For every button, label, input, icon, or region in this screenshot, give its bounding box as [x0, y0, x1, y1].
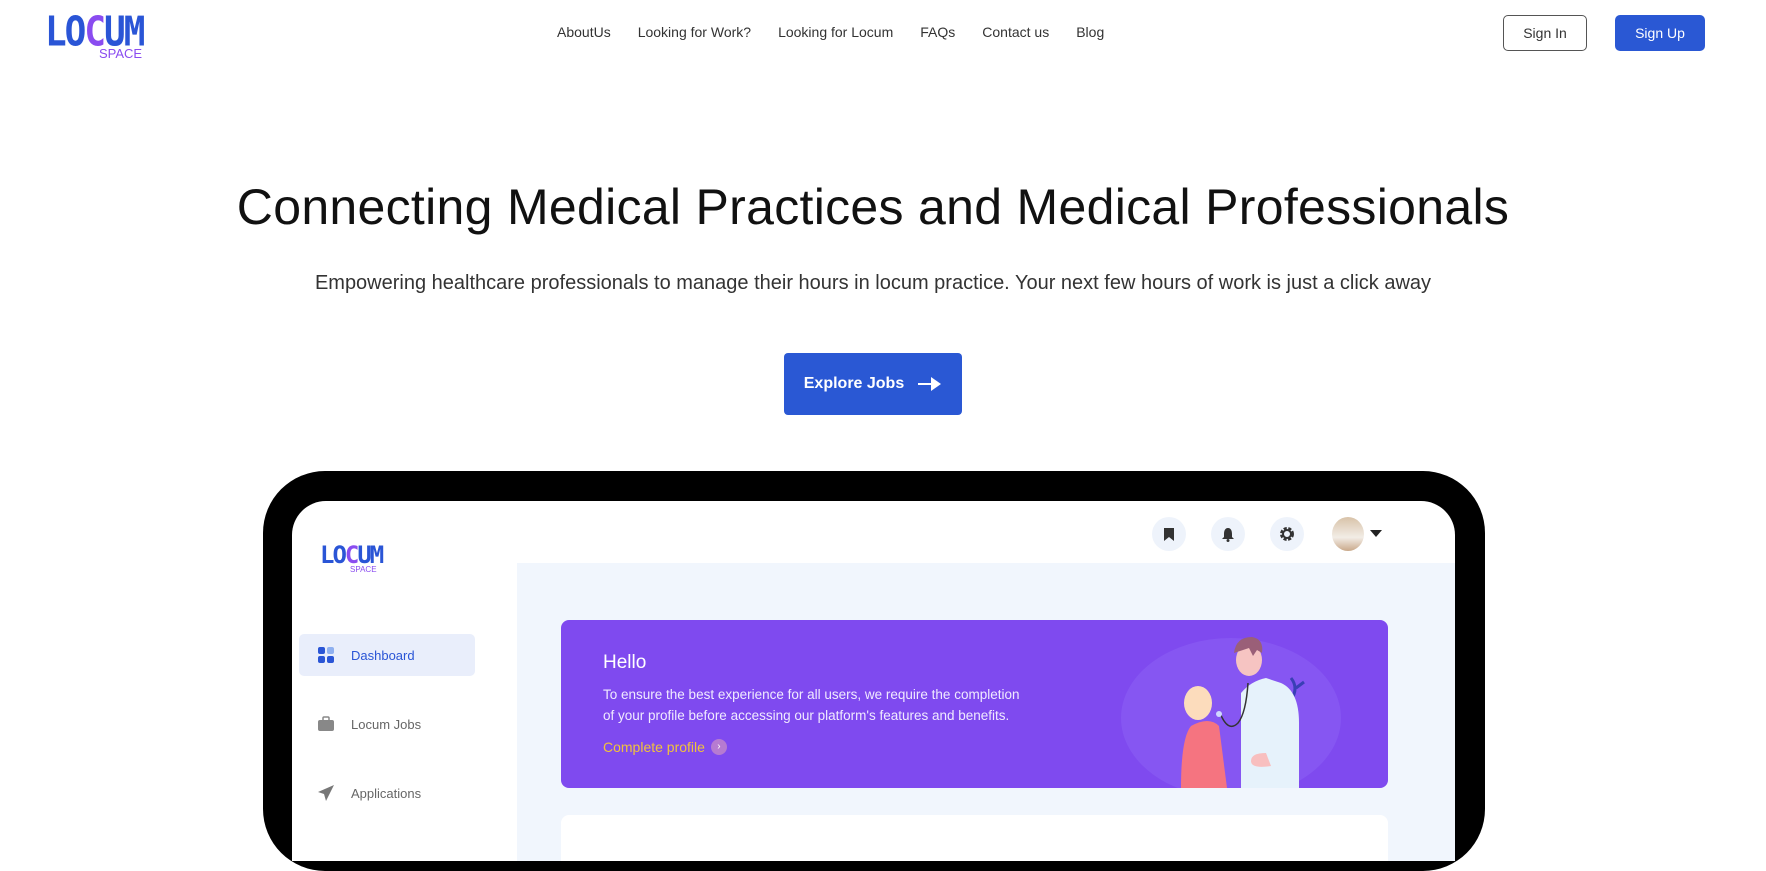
sidebar-item-locum-jobs[interactable]: Locum Jobs	[299, 703, 475, 745]
main-nav: AboutUs Looking for Work? Looking for Lo…	[557, 24, 1104, 40]
nav-looking-for-work[interactable]: Looking for Work?	[638, 24, 751, 40]
logo[interactable]: LOCUM SPACE	[45, 11, 155, 62]
complete-profile-label: Complete profile	[603, 739, 705, 755]
doctor-illustration	[1121, 637, 1341, 788]
banner-greeting: Hello	[603, 652, 647, 673]
settings-button[interactable]	[1270, 517, 1304, 551]
dashboard-icon	[318, 647, 334, 663]
chevron-down-icon	[1370, 530, 1382, 537]
dashboard-preview: LOCUM SPACE Dashboard Locum Jobs Applica…	[292, 501, 1455, 861]
avatar	[1332, 517, 1364, 551]
sidebar-label: Dashboard	[351, 647, 415, 663]
nav-contact[interactable]: Contact us	[982, 24, 1049, 40]
sidebar-item-applications[interactable]: Applications	[299, 772, 475, 814]
preview-logo-sub: SPACE	[350, 565, 377, 574]
complete-profile-link[interactable]: Complete profile ›	[603, 739, 727, 755]
sign-up-button[interactable]: Sign Up	[1615, 15, 1705, 51]
preview-logo: LOCUM SPACE	[320, 541, 384, 574]
chevron-right-icon: ›	[710, 739, 727, 755]
banner-message: To ensure the best experience for all us…	[603, 687, 1020, 723]
profile-menu[interactable]	[1332, 517, 1382, 551]
sidebar-label: Locum Jobs	[351, 716, 422, 732]
sidebar-label: Applications	[351, 785, 422, 801]
explore-jobs-label: Explore Jobs	[803, 375, 905, 392]
main-content: Hello To ensure the best experience for …	[517, 563, 1455, 861]
sidebar-item-dashboard[interactable]: Dashboard	[299, 634, 475, 676]
bell-icon	[1222, 527, 1234, 542]
explore-jobs-button[interactable]: Explore Jobs	[784, 353, 962, 415]
sign-in-button[interactable]: Sign In	[1503, 15, 1587, 51]
hero-subtitle: Empowering healthcare professionals to m…	[314, 272, 1432, 294]
nav-about[interactable]: AboutUs	[557, 24, 611, 40]
paper-plane-icon	[318, 785, 334, 801]
briefcase-icon	[318, 716, 334, 731]
arrow-right-icon	[918, 377, 942, 391]
bookmark-button[interactable]	[1152, 517, 1186, 551]
bookmark-icon	[1164, 527, 1174, 541]
nav-looking-for-locum[interactable]: Looking for Locum	[778, 24, 893, 40]
nav-faqs[interactable]: FAQs	[920, 24, 955, 40]
hero-title: Connecting Medical Practices and Medical…	[236, 179, 1510, 235]
notifications-button[interactable]	[1211, 517, 1245, 551]
content-card	[561, 815, 1388, 861]
profile-banner: Hello To ensure the best experience for …	[561, 620, 1388, 788]
logo-sub: SPACE	[99, 46, 143, 61]
gear-icon	[1280, 527, 1294, 541]
nav-blog[interactable]: Blog	[1076, 24, 1104, 40]
